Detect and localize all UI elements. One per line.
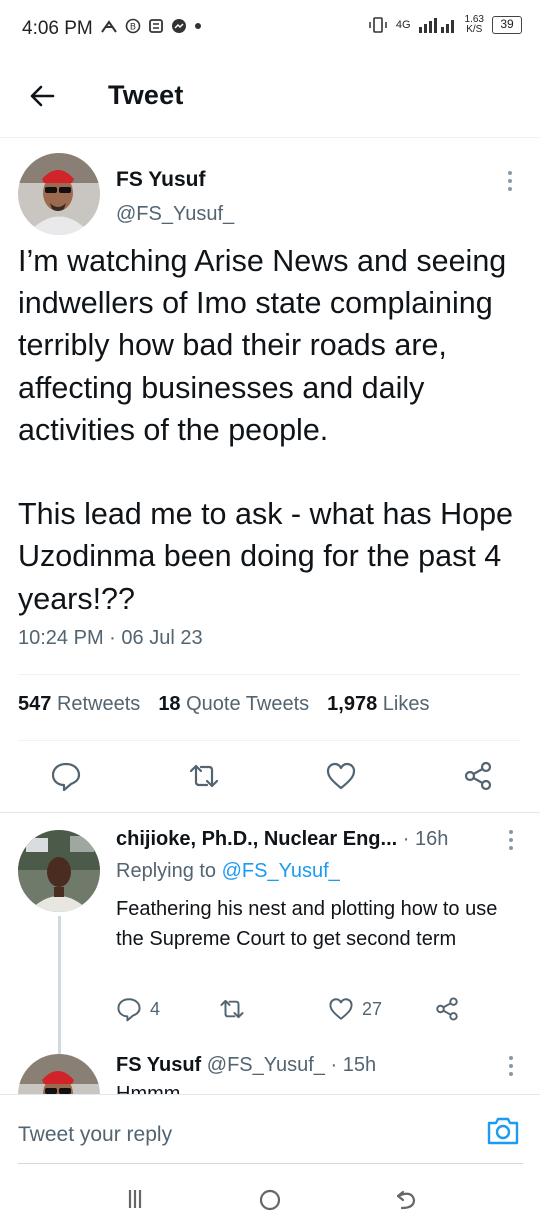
tweet-more-button[interactable]	[505, 170, 515, 192]
quotes-label: Quote Tweets	[186, 693, 310, 715]
divider	[0, 812, 540, 813]
reply-retweet-button[interactable]	[218, 996, 246, 1022]
quotes-stat[interactable]: 18 Quote Tweets	[158, 693, 309, 716]
retweet-button[interactable]	[187, 760, 221, 792]
reply-input[interactable]: Tweet your reply	[18, 1123, 172, 1147]
reply-likes-count: 27	[362, 998, 383, 1019]
more-vertical-icon	[509, 1056, 513, 1076]
tweet-date: 06 Jul 23	[121, 627, 203, 649]
dot-icon	[195, 23, 201, 29]
news-icon	[149, 19, 163, 33]
page-title: Tweet	[108, 80, 184, 110]
replying-handle[interactable]: @FS_Yusuf_	[222, 860, 340, 882]
reply2-time: 15h	[342, 1054, 377, 1076]
recent-apps-button[interactable]	[124, 1188, 146, 1210]
status-time: 4:06 PM	[22, 18, 93, 39]
divider	[18, 674, 521, 675]
status-notification-icons: B	[100, 18, 202, 34]
heart-icon	[329, 998, 353, 1020]
reply2-separator: ·	[330, 1054, 343, 1076]
share-button[interactable]	[462, 760, 494, 792]
notification-icon	[101, 20, 117, 33]
reply-text: Feathering his nest and plotting how to …	[116, 898, 498, 950]
arrow-left-icon	[30, 85, 55, 107]
comment-icon	[117, 998, 141, 1022]
reply-composer: Tweet your reply	[0, 1094, 540, 1164]
network-type: 4G	[395, 19, 411, 31]
home-circle-icon	[259, 1189, 281, 1211]
reply2-more-button[interactable]	[506, 1055, 516, 1077]
reply-replies-count: 4	[150, 998, 161, 1019]
status-bar: 4:06 PM B 4G 1.63 K/S 39	[0, 0, 540, 58]
comment-icon	[51, 762, 81, 792]
like-button[interactable]	[325, 760, 357, 792]
thread-line	[58, 916, 61, 1056]
recent-apps-icon	[128, 1190, 142, 1208]
reply-separator: ·	[402, 828, 415, 850]
reply-header: chijioke, Ph.D., Nuclear Eng... · 16h	[116, 828, 448, 851]
author-name[interactable]: FS Yusuf	[116, 168, 205, 192]
speed-indicator: 1.63 K/S	[465, 15, 484, 35]
retweets-stat[interactable]: 547 Retweets	[18, 693, 140, 716]
battery-level: 39	[500, 17, 514, 31]
likes-stat[interactable]: 1,978 Likes	[327, 693, 429, 716]
reply2-header: FS Yusuf @FS_Yusuf_ · 15h	[116, 1054, 376, 1077]
reply-author-name[interactable]: chijioke, Ph.D., Nuclear Eng...	[116, 828, 397, 850]
reply-reply-button[interactable]: 4	[116, 996, 160, 1022]
retweets-count: 547	[18, 693, 52, 715]
reply-like-button[interactable]: 27	[328, 996, 382, 1022]
system-back-button[interactable]	[394, 1188, 418, 1212]
share-icon	[436, 997, 458, 1021]
retweet-icon	[220, 999, 244, 1019]
retweet-icon	[189, 764, 218, 788]
system-nav-bar	[0, 1164, 540, 1230]
author-handle[interactable]: @FS_Yusuf_	[116, 203, 234, 226]
replying-label: Replying to	[116, 860, 217, 882]
home-button[interactable]	[258, 1188, 282, 1212]
status-right-group: 4G 1.63 K/S 39	[368, 15, 522, 35]
more-vertical-icon	[509, 830, 513, 850]
more-vertical-icon	[508, 171, 512, 191]
meta-separator: ·	[109, 627, 122, 649]
divider	[18, 740, 521, 741]
tweet-text: I’m watching Arise News and seeing indwe…	[18, 244, 514, 616]
battery-indicator: 39	[492, 16, 522, 34]
profile-photo	[18, 153, 100, 235]
signal-icon	[418, 18, 454, 33]
reply-time: 16h	[414, 828, 449, 850]
avatar[interactable]	[18, 153, 100, 235]
svg-text:B: B	[130, 23, 136, 33]
reply-share-button[interactable]	[434, 996, 460, 1022]
likes-label: Likes	[382, 693, 430, 715]
tweet-actions	[50, 760, 494, 792]
messenger-icon	[172, 19, 186, 33]
b-circle-icon: B	[125, 18, 141, 34]
heart-icon	[327, 762, 356, 790]
quotes-count: 18	[158, 693, 181, 715]
app-header: Tweet	[0, 58, 540, 138]
tweet-timestamp[interactable]: 10:24 PM · 06 Jul 23	[18, 627, 203, 650]
reply2-text: Hmmm	[116, 1086, 180, 1094]
back-arrow-icon	[396, 1190, 416, 1210]
likes-count: 1,978	[327, 693, 378, 715]
speed-unit: K/S	[466, 24, 483, 35]
reply2-handle[interactable]: @FS_Yusuf_	[207, 1054, 325, 1076]
camera-button[interactable]	[486, 1115, 520, 1147]
replying-to: Replying to @FS_Yusuf_	[116, 860, 340, 883]
reply2-author-name[interactable]: FS Yusuf	[116, 1054, 201, 1076]
reply-profile-photo	[18, 830, 100, 912]
back-button[interactable]	[28, 82, 56, 110]
vibrate-icon	[369, 17, 387, 33]
share-icon	[464, 761, 492, 791]
tweet-stats: 547 Retweets 18 Quote Tweets 1,978 Likes	[18, 693, 430, 716]
reply-more-button[interactable]	[506, 829, 516, 851]
retweets-label: Retweets	[56, 693, 141, 715]
reply-avatar[interactable]	[18, 830, 100, 912]
reply-actions: 4 27	[116, 996, 466, 1024]
camera-icon	[487, 1117, 519, 1145]
tweet-time: 10:24 PM	[18, 627, 104, 649]
reply-button[interactable]	[50, 760, 82, 792]
